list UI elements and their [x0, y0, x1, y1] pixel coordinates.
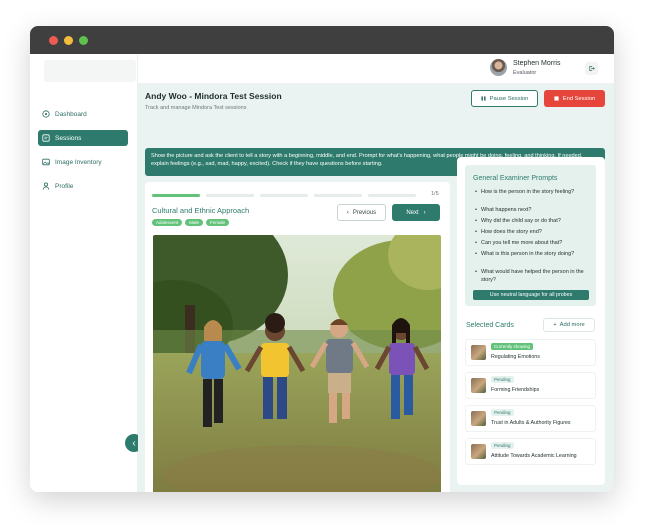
card-label: Attitude Towards Academic Learning: [491, 453, 577, 459]
tag-badge: Female: [206, 219, 230, 226]
pause-session-label: Pause Session: [489, 95, 529, 102]
dashboard-icon: [42, 110, 50, 118]
card-label: Forming Friendships: [491, 387, 540, 393]
prompt-item: What happens next?: [475, 207, 589, 215]
chevron-left-icon: ‹: [132, 437, 136, 449]
next-button[interactable]: Next ›: [392, 204, 440, 221]
user-icon: [42, 182, 50, 190]
status-badge: Pending: [491, 442, 514, 449]
selected-cards-title: Selected Cards: [466, 322, 514, 329]
examiner-prompts-box: General Examiner Prompts How is the pers…: [465, 165, 596, 306]
add-more-button[interactable]: + Add more: [543, 318, 595, 332]
status-badge: Currently showing: [491, 343, 534, 350]
user-role: Evaluator: [513, 70, 537, 76]
progress-segment: [206, 194, 254, 197]
prompt-item: What would have helped the person in the…: [475, 269, 589, 284]
card-label: Trust in Adults & Authority Figures: [491, 420, 571, 426]
selected-card-item[interactable]: Pending Forming Friendships: [465, 372, 596, 399]
card-thumbnail: [471, 345, 486, 360]
avatar[interactable]: [490, 59, 507, 76]
end-session-label: End Session: [562, 95, 596, 102]
card-title: Cultural and Ethnic Approach: [152, 206, 250, 215]
sidebar-item-label: Profile: [55, 182, 74, 190]
progress-segment: [314, 194, 362, 197]
card-thumbnail: [471, 411, 486, 426]
sidebar-item-dashboard[interactable]: Dashboard: [38, 106, 128, 122]
plus-icon: +: [553, 322, 557, 328]
window-close-dot[interactable]: [49, 36, 58, 45]
stop-icon: [554, 96, 559, 101]
prompt-item: How does the story end?: [475, 229, 589, 237]
neutral-language-button[interactable]: Use neutral language for all probes: [473, 290, 589, 300]
sidebar: Dashboard Sessions Image Inventory Profi…: [30, 54, 138, 492]
picture-card: 1/5 Cultural and Ethnic Approach Adolesc…: [145, 182, 450, 492]
prompts-title: General Examiner Prompts: [473, 175, 558, 182]
page-subtitle: Track and manage Mindora Test sessions: [145, 105, 247, 111]
story-picture: [153, 235, 441, 492]
tag-badge: Male: [185, 219, 204, 226]
pause-icon: [481, 96, 486, 101]
logout-button[interactable]: [585, 62, 598, 75]
sidebar-item-profile[interactable]: Profile: [38, 178, 128, 194]
selected-card-item[interactable]: Currently showing Regulating Emotions: [465, 339, 596, 366]
end-session-button[interactable]: End Session: [544, 90, 605, 107]
prompt-item: What is this person in the story doing?: [475, 251, 589, 259]
selected-card-item[interactable]: Pending Trust in Adults & Authority Figu…: [465, 405, 596, 432]
progress-segment: [260, 194, 308, 197]
add-more-label: Add more: [559, 322, 585, 328]
app-window: Dashboard Sessions Image Inventory Profi…: [30, 26, 614, 492]
prompts-panel: General Examiner Prompts How is the pers…: [457, 157, 605, 485]
tag-list: Adolescent Male Female: [152, 219, 230, 226]
window-maximize-dot[interactable]: [79, 36, 88, 45]
sessions-icon: [42, 134, 50, 142]
page-title: Andy Woo - Mindora Test Session: [145, 91, 282, 101]
tag-badge: Adolescent: [152, 219, 183, 226]
card-thumbnail: [471, 444, 486, 459]
sidebar-item-label: Image Inventory: [55, 158, 102, 166]
previous-button[interactable]: ‹ Previous: [337, 204, 386, 221]
prompt-item: Can you tell me more about that?: [475, 240, 589, 248]
previous-label: Previous: [352, 209, 377, 216]
progress-segment: [368, 194, 416, 197]
user-name: Stephen Morris: [513, 60, 561, 67]
top-bar: Stephen Morris Evaluator: [138, 54, 614, 84]
logo-placeholder: [44, 60, 136, 82]
next-label: Next: [406, 209, 419, 216]
image-icon: [42, 158, 50, 166]
pause-session-button[interactable]: Pause Session: [471, 90, 538, 107]
progress-segment: [152, 194, 200, 197]
chevron-left-icon: ‹: [346, 209, 349, 216]
card-thumbnail: [471, 378, 486, 393]
window-titlebar: [30, 26, 614, 54]
prompt-item: How is the person in the story feeling?: [475, 189, 589, 197]
sidebar-item-label: Dashboard: [55, 110, 87, 118]
status-badge: Pending: [491, 409, 514, 416]
logout-icon: [589, 66, 595, 71]
window-minimize-dot[interactable]: [64, 36, 73, 45]
progress-count: 1/5: [431, 191, 439, 197]
sidebar-item-label: Sessions: [55, 134, 82, 142]
prompt-item: Why did the child say or do that?: [475, 218, 589, 226]
status-badge: Pending: [491, 376, 514, 383]
sidebar-item-sessions[interactable]: Sessions: [38, 130, 128, 146]
selected-card-item[interactable]: Pending Attitude Towards Academic Learni…: [465, 438, 596, 465]
card-label: Regulating Emotions: [491, 354, 540, 360]
sidebar-item-image-inventory[interactable]: Image Inventory: [38, 154, 128, 170]
chevron-right-icon: ›: [423, 209, 426, 216]
